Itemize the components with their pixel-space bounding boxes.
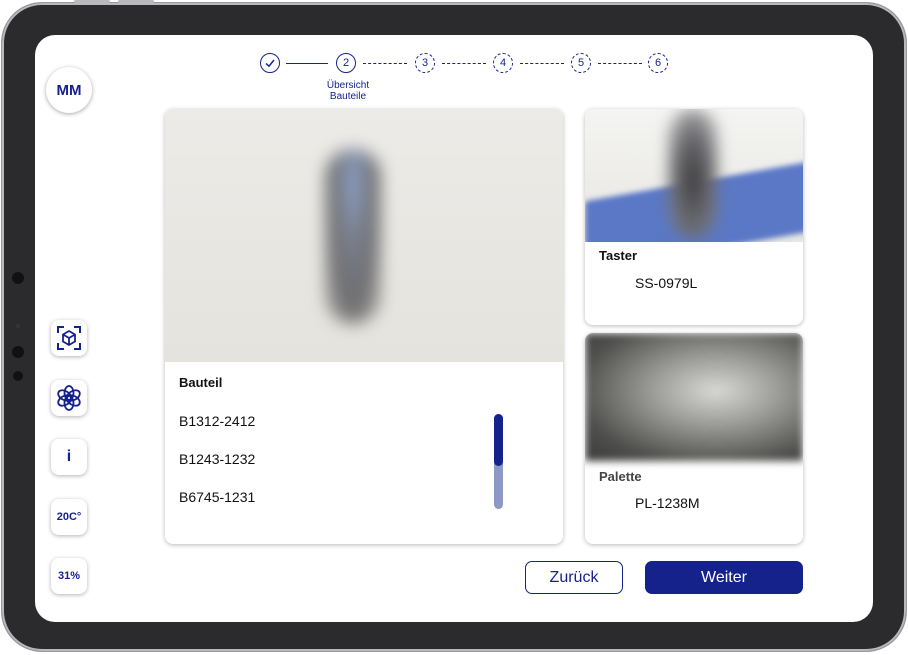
step-connector-3 [442,63,486,64]
step-2-number: 2 [342,57,350,69]
palette-card[interactable]: Palette PL-1238M [585,333,803,544]
info-icon: i [66,448,72,465]
active-step-caption-line1: Übersicht [326,80,370,91]
bauteil-photo [165,109,563,362]
step-4[interactable]: 4 [493,53,513,73]
bauteil-image [325,149,381,324]
sensor-dot [16,324,20,328]
camera-dot-3 [13,371,23,381]
bauteil-title: Bauteil [179,375,223,390]
info-button[interactable]: i [51,439,87,475]
step-6-number: 6 [654,57,662,69]
temperature-label: 20C° [56,511,82,523]
step-5-number: 5 [577,57,585,69]
step-3[interactable]: 3 [415,53,435,73]
check-icon [265,59,275,68]
ai-assistant-button[interactable] [51,380,87,416]
ai-knot-icon [57,385,81,411]
bauteil-card: Bauteil B1312-2412 B1243-1232 B6745-1231 [165,109,563,544]
taster-image-probe [667,109,719,239]
step-2-active[interactable]: 2 [336,53,356,73]
back-button[interactable]: Zurück [525,561,623,594]
palette-value: PL-1238M [635,495,700,511]
palette-title: Palette [599,469,642,484]
top-button-1 [74,0,110,3]
camera-dot-2 [12,346,24,358]
step-4-number: 4 [499,57,507,69]
palette-photo [585,333,803,461]
active-step-caption-line2: Bauteile [329,91,367,102]
step-connector-2 [363,63,407,64]
step-connector-1 [286,63,328,64]
taster-photo [585,109,803,242]
bauteil-list-item-3[interactable]: B6745-1231 [179,489,255,505]
humidity-label: 31% [57,570,81,582]
step-connector-5 [598,63,642,64]
temperature-button[interactable]: 20C° [51,499,87,535]
step-5[interactable]: 5 [571,53,591,73]
top-button-2 [118,0,154,3]
step-3-number: 3 [421,57,429,69]
scan-cube-icon [57,326,81,350]
progress-stepper: 2 3 4 5 6 Übersicht Bauteile [35,35,873,115]
step-6[interactable]: 6 [648,53,668,73]
bauteil-scrollbar-thumb[interactable] [494,414,503,466]
next-button[interactable]: Weiter [645,561,803,594]
app-screen: MM 2 3 4 5 6 Übersicht Bauteile i 20C° 3… [35,35,873,622]
taster-title: Taster [599,248,638,263]
step-connector-4 [520,63,564,64]
taster-value: SS-0979L [635,275,698,291]
taster-card[interactable]: Taster SS-0979L [585,109,803,325]
scan-3d-button[interactable] [51,320,87,356]
humidity-button[interactable]: 31% [51,558,87,594]
bauteil-list-item-2[interactable]: B1243-1232 [179,451,255,467]
camera-dot [12,272,24,284]
step-1-complete[interactable] [260,53,280,73]
active-step-caption: Übersicht Bauteile [315,80,381,102]
bauteil-list-item-1[interactable]: B1312-2412 [179,413,255,429]
